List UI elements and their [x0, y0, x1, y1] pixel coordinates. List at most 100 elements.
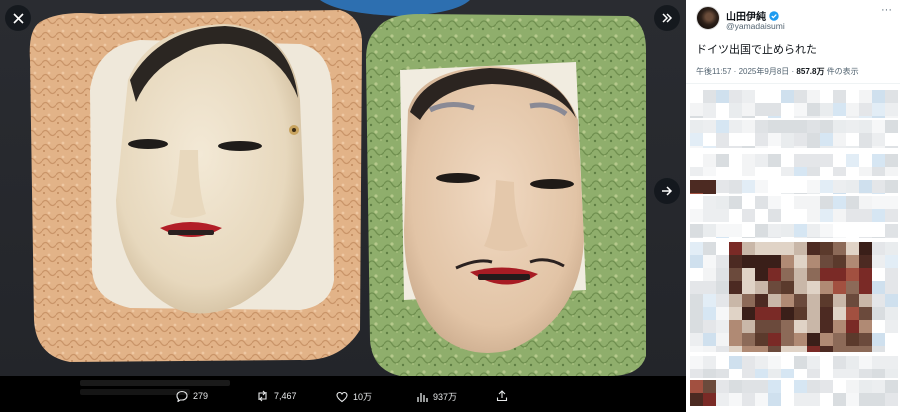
pixel-block: [755, 120, 768, 133]
pixel-block: [742, 103, 755, 116]
pixel-block: [833, 209, 846, 222]
tweet-photo[interactable]: [0, 0, 686, 376]
pixel-block: [781, 281, 794, 294]
pixel-block: [768, 369, 781, 378]
tweet-time[interactable]: 午後11:57: [696, 67, 731, 76]
pixel-block: [768, 281, 781, 294]
heart-icon: [336, 391, 348, 402]
pixel-block: [703, 268, 716, 281]
pixel-block: [755, 90, 768, 103]
pixel-block: [755, 116, 768, 118]
pixel-block: [690, 146, 703, 148]
pixel-block: [833, 193, 846, 194]
repost-button[interactable]: 7,467: [256, 390, 297, 402]
pixel-block: [859, 380, 872, 393]
pixel-block: [833, 103, 846, 116]
pixel-block: [716, 237, 729, 238]
reply-button[interactable]: 279: [176, 390, 208, 402]
next-image-button[interactable]: [654, 178, 680, 204]
pixel-block: [794, 90, 807, 103]
pixel-block: [703, 154, 716, 167]
tweet-date[interactable]: 2025年9月8日: [739, 67, 790, 76]
more-options-icon[interactable]: ···: [881, 4, 892, 16]
pixel-block: [690, 154, 703, 167]
pixel-block: [781, 346, 794, 352]
pixel-block: [703, 120, 716, 133]
pixel-block: [820, 180, 833, 193]
pixel-block: [690, 103, 703, 116]
pixel-block: [859, 393, 872, 406]
pixel-block: [794, 154, 807, 167]
next-arrow-icon: [662, 186, 673, 196]
pixel-block: [781, 146, 794, 148]
like-button[interactable]: 10万: [336, 390, 372, 403]
pixel-block: [833, 393, 846, 406]
pixel-block: [833, 120, 846, 133]
share-icon: [496, 390, 508, 402]
pixel-block: [820, 393, 833, 406]
pixel-block: [755, 167, 768, 176]
pixel-block: [820, 307, 833, 320]
pixel-block: [755, 380, 768, 393]
pixel-block: [781, 333, 794, 346]
avatar[interactable]: [696, 6, 720, 30]
pixel-block: [690, 167, 703, 176]
pixel-block: [872, 196, 885, 209]
views-button[interactable]: 937万: [416, 390, 457, 403]
pixel-block: [807, 209, 820, 222]
pixel-block: [820, 333, 833, 346]
pixel-block: [872, 380, 885, 393]
pixel-block: [755, 242, 768, 255]
pixel-block: [794, 333, 807, 346]
pixel-block: [755, 193, 768, 194]
pixel-block: [846, 209, 859, 222]
pixel-block: [885, 281, 898, 294]
pixel-block: [690, 380, 703, 393]
tweet-views-value[interactable]: 857.8万: [796, 67, 824, 76]
pixel-block: [781, 237, 794, 238]
pixel-block: [885, 193, 898, 194]
pixel-block: [742, 393, 755, 406]
pixel-block: [781, 242, 794, 255]
pixel-block: [703, 116, 716, 118]
pixel-block: [794, 294, 807, 307]
pixel-block: [807, 369, 820, 378]
pixel-block: [846, 90, 859, 103]
pixel-block: [729, 346, 742, 352]
pixel-block: [846, 268, 859, 281]
pixel-block: [820, 380, 833, 393]
pixel-block: [859, 193, 872, 194]
pixel-block: [742, 154, 755, 167]
pixel-block: [716, 242, 729, 255]
author-handle[interactable]: @yamadaisumi: [726, 21, 785, 31]
pixel-block: [729, 268, 742, 281]
pixel-block: [729, 333, 742, 346]
pixel-block: [690, 237, 703, 238]
close-button[interactable]: [5, 5, 31, 31]
pixel-block: [807, 307, 820, 320]
pixel-block: [690, 90, 703, 103]
pixel-block: [690, 255, 703, 268]
pixel-block: [690, 333, 703, 346]
share-button[interactable]: [496, 390, 508, 402]
pixel-block: [690, 209, 703, 222]
separator: ·: [791, 67, 795, 76]
pixel-block: [807, 380, 820, 393]
pixel-block: [885, 333, 898, 346]
pixel-block: [729, 255, 742, 268]
pixel-block: [885, 224, 898, 237]
pixel-block: [794, 103, 807, 116]
pixel-block: [729, 393, 742, 406]
pixel-block: [690, 116, 703, 118]
pixel-block: [703, 167, 716, 176]
pixel-block: [872, 237, 885, 238]
pixel-block: [794, 193, 807, 194]
pixel-block: [768, 146, 781, 148]
pixel-block: [703, 320, 716, 333]
pixel-block: [820, 209, 833, 222]
expand-panel-button[interactable]: [654, 5, 680, 31]
faded-caption-line: [80, 380, 230, 386]
pixel-block: [703, 196, 716, 209]
pixel-block: [716, 116, 729, 118]
pixel-block: [872, 393, 885, 406]
